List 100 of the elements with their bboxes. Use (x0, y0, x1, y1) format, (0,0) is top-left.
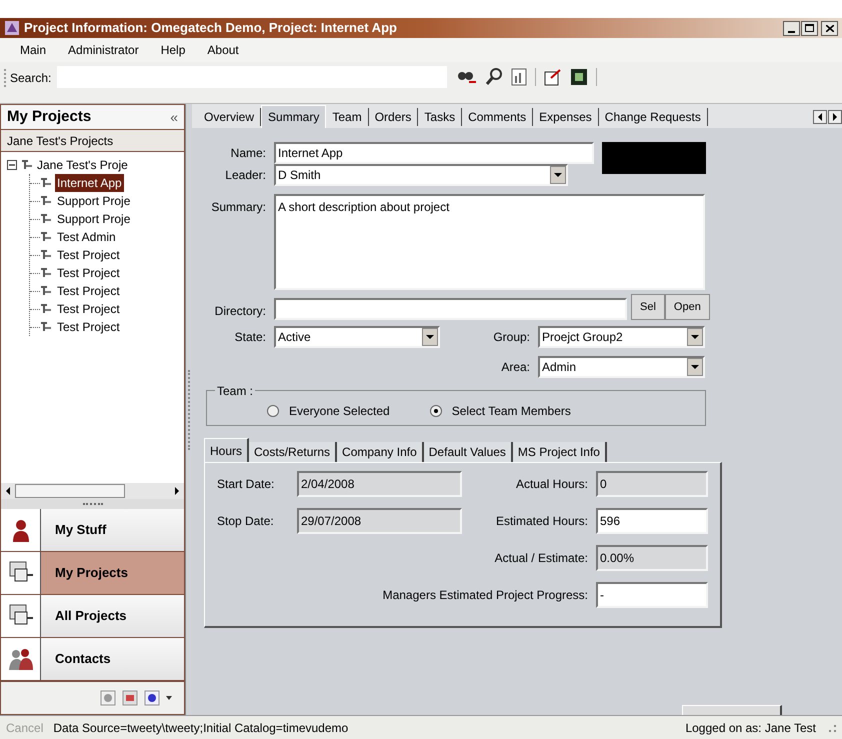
project-node-icon (40, 284, 52, 298)
tab[interactable]: Change Requests (598, 108, 708, 126)
field-label: Name: (230, 145, 267, 162)
tree-item[interactable]: Test Admin (55, 228, 118, 246)
tree-item[interactable]: Internet App (55, 174, 124, 192)
tree-item[interactable]: Test Project (55, 318, 122, 336)
tab[interactable]: Team (326, 108, 369, 126)
project-node-icon (40, 266, 52, 280)
radio-button[interactable] (267, 405, 279, 417)
hours-field[interactable]: 596 (596, 508, 708, 534)
tab[interactable]: Hours (204, 438, 250, 462)
action-button[interactable]: Open (664, 294, 710, 320)
close-icon (826, 24, 834, 32)
field-label: Area: (500, 359, 531, 376)
field-label: Actual Hours: (514, 476, 589, 493)
radio-option[interactable]: Everyone Selected (267, 402, 390, 420)
tree-item[interactable]: Test Project (55, 300, 122, 318)
close-button[interactable] (821, 20, 838, 36)
project-node-icon (40, 230, 52, 244)
directory-field[interactable] (274, 298, 627, 320)
field-label: Summary: (210, 199, 267, 216)
tab-scroll-left-icon[interactable] (813, 110, 827, 124)
tab[interactable]: Orders (368, 108, 418, 126)
search-label: Search: (4, 69, 52, 87)
action-button[interactable]: Sel (631, 294, 665, 320)
nav-item[interactable]: My Projects (0, 552, 185, 595)
coin-icon[interactable] (144, 690, 160, 706)
field-label: Start Date: (217, 476, 276, 493)
menu-item[interactable]: Main (20, 41, 46, 59)
tab[interactable]: Expenses (533, 108, 599, 126)
tree-item[interactable]: Support Proje (55, 192, 132, 210)
collapse-toggle[interactable] (7, 160, 17, 170)
tree-item[interactable]: Support Proje (55, 210, 132, 228)
menu-item[interactable]: Help (160, 41, 186, 59)
dropdown-value: Active (277, 329, 312, 346)
sidebar-title: My Projects (7, 106, 92, 127)
minus-icon (9, 162, 15, 168)
window-icon[interactable] (570, 68, 588, 86)
radio-option[interactable]: Select Team Members (430, 402, 571, 420)
tab[interactable]: Tasks (418, 108, 462, 126)
field-label: State: (234, 329, 267, 346)
maximize-button[interactable] (801, 20, 818, 36)
resize-grip-icon[interactable] (826, 722, 836, 732)
tab[interactable]: Default Values (424, 442, 513, 462)
project-node-icon (40, 320, 52, 334)
dropdown-value: Proejct Group2 (541, 329, 624, 346)
tree-item[interactable]: Test Project (55, 246, 122, 264)
caret-icon[interactable] (166, 696, 172, 700)
hours-field[interactable]: 29/07/2008 (297, 508, 462, 534)
summary-field[interactable]: A short description about project (274, 194, 705, 290)
project-node-icon (40, 176, 52, 190)
radio-button[interactable] (430, 405, 442, 417)
nav-item[interactable]: My Stuff (0, 509, 185, 552)
hours-field[interactable]: 2/04/2008 (297, 471, 462, 497)
hours-field[interactable]: - (596, 582, 708, 608)
nav-item[interactable]: All Projects (0, 595, 185, 638)
minimize-button[interactable] (783, 20, 800, 36)
menu-item[interactable]: Administrator (68, 41, 139, 59)
tab[interactable]: Summary (261, 105, 326, 128)
logged-on-user: Logged on as: Jane Test (685, 720, 816, 736)
hours-field[interactable]: 0 (596, 471, 708, 497)
field-label: Stop Date: (217, 513, 275, 530)
tab[interactable]: Costs/Returns (249, 442, 338, 462)
tab[interactable]: Comments (462, 108, 534, 126)
field-label: Group: (492, 329, 531, 346)
dropdown-value: Admin (541, 359, 578, 376)
name-field[interactable]: Internet App (274, 142, 594, 164)
tree-item[interactable]: Test Project (55, 264, 122, 282)
app-icon (4, 20, 20, 36)
field-label: Actual / Estimate: (494, 550, 589, 567)
project-node-icon (40, 212, 52, 226)
project-node-icon (21, 158, 33, 172)
dropdown-value: D Smith (277, 167, 322, 184)
sidebar-subheader: Jane Test's Projects (0, 130, 185, 152)
field-label: Directory: (214, 303, 267, 320)
report-icon[interactable] (511, 68, 528, 86)
dropdown[interactable]: Proejct Group2 (538, 326, 705, 348)
tab[interactable]: MS Project Info (512, 442, 607, 462)
tree-item[interactable]: Test Project (55, 282, 122, 300)
tab-scroll-right-icon[interactable] (828, 110, 842, 124)
hours-field[interactable]: 0.00% (596, 545, 708, 571)
dropdown[interactable]: Active (274, 326, 440, 348)
menu-item[interactable]: About (207, 41, 239, 59)
collapse-button[interactable]: « (170, 106, 178, 128)
field-label: Managers Estimated Project Progress: (382, 587, 589, 604)
tree-item[interactable]: Jane Test's Proje (37, 156, 128, 174)
dropdown[interactable]: D Smith (274, 164, 568, 186)
dropdown[interactable]: Admin (538, 356, 705, 378)
horizontal-scrollbar[interactable] (0, 483, 185, 499)
connection-info: Data Source=tweety\tweety;Initial Catalog=timevudemo (53, 720, 350, 736)
field-label: Leader: (224, 167, 267, 184)
maximize-icon (805, 24, 814, 32)
minimize-icon (788, 30, 795, 32)
project-node-icon (40, 248, 52, 262)
project-node-icon (40, 302, 52, 316)
nav-item[interactable]: Contacts (0, 638, 185, 681)
export-icon[interactable] (544, 68, 562, 86)
field-label: Estimated Hours: (494, 513, 589, 530)
window-title: Project Information: Omegatech Demo, Project: Internet App (24, 19, 398, 38)
tab[interactable]: Company Info (337, 442, 424, 462)
